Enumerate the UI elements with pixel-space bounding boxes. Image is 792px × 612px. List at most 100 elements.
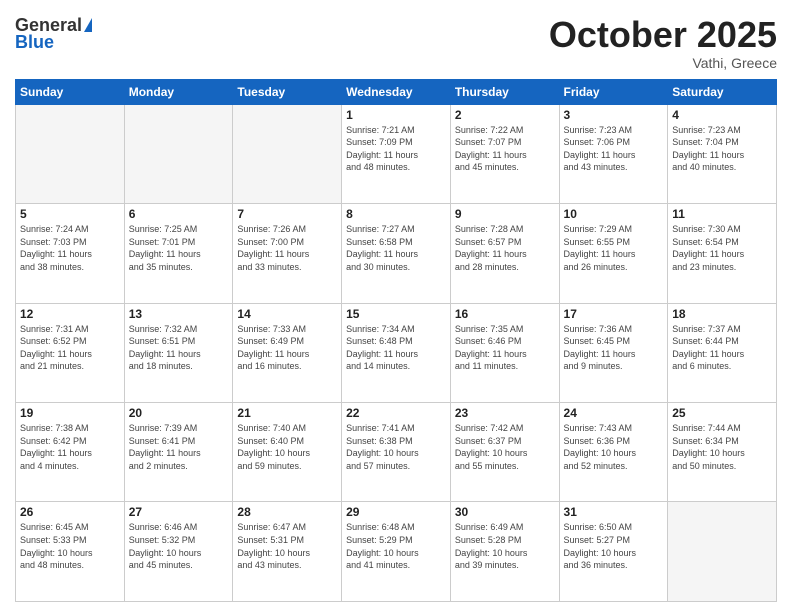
day-info: Sunrise: 6:49 AM Sunset: 5:28 PM Dayligh…: [455, 521, 555, 571]
day-info: Sunrise: 6:50 AM Sunset: 5:27 PM Dayligh…: [564, 521, 664, 571]
day-number: 3: [564, 108, 664, 122]
calendar-cell: 23Sunrise: 7:42 AM Sunset: 6:37 PM Dayli…: [450, 403, 559, 502]
day-number: 2: [455, 108, 555, 122]
day-info: Sunrise: 7:38 AM Sunset: 6:42 PM Dayligh…: [20, 422, 120, 472]
day-header-monday: Monday: [124, 79, 233, 104]
day-header-wednesday: Wednesday: [342, 79, 451, 104]
calendar-cell: 12Sunrise: 7:31 AM Sunset: 6:52 PM Dayli…: [16, 303, 125, 402]
calendar-cell: 16Sunrise: 7:35 AM Sunset: 6:46 PM Dayli…: [450, 303, 559, 402]
calendar-cell: 21 Sunrise: 7:40 AM Sunset: 6:40 PM Dayli…: [233, 403, 342, 502]
day-header-thursday: Thursday: [450, 79, 559, 104]
day-info: Sunrise: 7:43 AM Sunset: 6:36 PM Dayligh…: [564, 422, 664, 472]
calendar-cell: 18 Sunrise: 7:37 AM Sunset: 6:44 PM Dayli…: [668, 303, 777, 402]
month-title: October 2025: [549, 15, 777, 55]
day-info: Sunrise: 7:32 AM Sunset: 6:51 PM Dayligh…: [129, 323, 229, 373]
logo: General Blue: [15, 15, 92, 53]
calendar-cell: [16, 104, 125, 203]
day-info: Sunrise: 7:42 AM Sunset: 6:37 PM Dayligh…: [455, 422, 555, 472]
calendar-cell: 13 Sunrise: 7:32 AM Sunset: 6:51 PM Dayli…: [124, 303, 233, 402]
calendar-cell: 15Sunrise: 7:34 AM Sunset: 6:48 PM Dayli…: [342, 303, 451, 402]
day-info: Sunrise: 7:34 AM Sunset: 6:48 PM Dayligh…: [346, 323, 446, 373]
day-number: 19: [20, 406, 120, 420]
day-info: Sunrise: 6:48 AM Sunset: 5:29 PM Dayligh…: [346, 521, 446, 571]
calendar-cell: 6Sunrise: 7:25 AM Sunset: 7:01 PM Daylig…: [124, 204, 233, 303]
day-number: 29: [346, 505, 446, 519]
calendar-cell: 14 Sunrise: 7:33 AM Sunset: 6:49 PM Dayli…: [233, 303, 342, 402]
day-header-sunday: Sunday: [16, 79, 125, 104]
day-header-tuesday: Tuesday: [233, 79, 342, 104]
day-info: Sunrise: 7:25 AM Sunset: 7:01 PM Dayligh…: [129, 223, 229, 273]
calendar-cell: 5 Sunrise: 7:24 AM Sunset: 7:03 PM Daylig…: [16, 204, 125, 303]
logo-icon: [84, 18, 92, 32]
calendar-cell: [233, 104, 342, 203]
page: General Blue October 2025 Vathi, Greece …: [0, 0, 792, 612]
week-row-2: 5 Sunrise: 7:24 AM Sunset: 7:03 PM Daylig…: [16, 204, 777, 303]
day-number: 20: [129, 406, 229, 420]
calendar-cell: 25Sunrise: 7:44 AM Sunset: 6:34 PM Dayli…: [668, 403, 777, 502]
calendar-table: SundayMondayTuesdayWednesdayThursdayFrid…: [15, 79, 777, 602]
day-number: 5: [20, 207, 120, 221]
calendar-cell: 29 Sunrise: 6:48 AM Sunset: 5:29 PM Dayli…: [342, 502, 451, 602]
day-info: Sunrise: 7:27 AM Sunset: 6:58 PM Dayligh…: [346, 223, 446, 273]
calendar-cell: 27 Sunrise: 6:46 AM Sunset: 5:32 PM Dayli…: [124, 502, 233, 602]
week-row-5: 26 Sunrise: 6:45 AM Sunset: 5:33 PM Dayli…: [16, 502, 777, 602]
calendar-cell: [124, 104, 233, 203]
day-info: Sunrise: 7:26 AM Sunset: 7:00 PM Dayligh…: [237, 223, 337, 273]
day-info: Sunrise: 6:47 AM Sunset: 5:31 PM Dayligh…: [237, 521, 337, 571]
day-number: 4: [672, 108, 772, 122]
logo-blue: Blue: [15, 32, 54, 53]
calendar-cell: 26 Sunrise: 6:45 AM Sunset: 5:33 PM Dayli…: [16, 502, 125, 602]
day-number: 31: [564, 505, 664, 519]
day-info: Sunrise: 7:24 AM Sunset: 7:03 PM Dayligh…: [20, 223, 120, 273]
header: General Blue October 2025 Vathi, Greece: [15, 15, 777, 71]
day-info: Sunrise: 7:37 AM Sunset: 6:44 PM Dayligh…: [672, 323, 772, 373]
day-number: 8: [346, 207, 446, 221]
day-number: 27: [129, 505, 229, 519]
header-row: SundayMondayTuesdayWednesdayThursdayFrid…: [16, 79, 777, 104]
day-info: Sunrise: 7:21 AM Sunset: 7:09 PM Dayligh…: [346, 124, 446, 174]
calendar-cell: 10Sunrise: 7:29 AM Sunset: 6:55 PM Dayli…: [559, 204, 668, 303]
day-number: 11: [672, 207, 772, 221]
day-number: 9: [455, 207, 555, 221]
day-info: Sunrise: 7:40 AM Sunset: 6:40 PM Dayligh…: [237, 422, 337, 472]
calendar-cell: [668, 502, 777, 602]
calendar-cell: 4Sunrise: 7:23 AM Sunset: 7:04 PM Daylig…: [668, 104, 777, 203]
day-number: 18: [672, 307, 772, 321]
day-number: 21: [237, 406, 337, 420]
day-info: Sunrise: 7:30 AM Sunset: 6:54 PM Dayligh…: [672, 223, 772, 273]
day-info: Sunrise: 7:22 AM Sunset: 7:07 PM Dayligh…: [455, 124, 555, 174]
day-number: 10: [564, 207, 664, 221]
day-number: 26: [20, 505, 120, 519]
day-info: Sunrise: 7:36 AM Sunset: 6:45 PM Dayligh…: [564, 323, 664, 373]
day-number: 22: [346, 406, 446, 420]
calendar-cell: 31 Sunrise: 6:50 AM Sunset: 5:27 PM Dayli…: [559, 502, 668, 602]
calendar-cell: 3Sunrise: 7:23 AM Sunset: 7:06 PM Daylig…: [559, 104, 668, 203]
day-number: 1: [346, 108, 446, 122]
day-info: Sunrise: 6:45 AM Sunset: 5:33 PM Dayligh…: [20, 521, 120, 571]
calendar-cell: 28 Sunrise: 6:47 AM Sunset: 5:31 PM Dayli…: [233, 502, 342, 602]
day-number: 30: [455, 505, 555, 519]
day-number: 13: [129, 307, 229, 321]
week-row-1: 1 Sunrise: 7:21 AM Sunset: 7:09 PM Daylig…: [16, 104, 777, 203]
day-number: 28: [237, 505, 337, 519]
day-info: Sunrise: 7:33 AM Sunset: 6:49 PM Dayligh…: [237, 323, 337, 373]
day-number: 7: [237, 207, 337, 221]
calendar-cell: 30 Sunrise: 6:49 AM Sunset: 5:28 PM Dayli…: [450, 502, 559, 602]
calendar-cell: 24 Sunrise: 7:43 AM Sunset: 6:36 PM Dayli…: [559, 403, 668, 502]
week-row-3: 12Sunrise: 7:31 AM Sunset: 6:52 PM Dayli…: [16, 303, 777, 402]
day-info: Sunrise: 7:31 AM Sunset: 6:52 PM Dayligh…: [20, 323, 120, 373]
day-header-friday: Friday: [559, 79, 668, 104]
calendar-cell: 20Sunrise: 7:39 AM Sunset: 6:41 PM Dayli…: [124, 403, 233, 502]
title-block: October 2025 Vathi, Greece: [549, 15, 777, 71]
day-header-saturday: Saturday: [668, 79, 777, 104]
calendar-cell: 7 Sunrise: 7:26 AM Sunset: 7:00 PM Daylig…: [233, 204, 342, 303]
day-info: Sunrise: 7:41 AM Sunset: 6:38 PM Dayligh…: [346, 422, 446, 472]
day-number: 17: [564, 307, 664, 321]
calendar-cell: 9Sunrise: 7:28 AM Sunset: 6:57 PM Daylig…: [450, 204, 559, 303]
calendar-cell: 19 Sunrise: 7:38 AM Sunset: 6:42 PM Dayli…: [16, 403, 125, 502]
day-info: Sunrise: 6:46 AM Sunset: 5:32 PM Dayligh…: [129, 521, 229, 571]
calendar-cell: 1 Sunrise: 7:21 AM Sunset: 7:09 PM Daylig…: [342, 104, 451, 203]
calendar-cell: 17 Sunrise: 7:36 AM Sunset: 6:45 PM Dayli…: [559, 303, 668, 402]
day-number: 14: [237, 307, 337, 321]
day-number: 24: [564, 406, 664, 420]
